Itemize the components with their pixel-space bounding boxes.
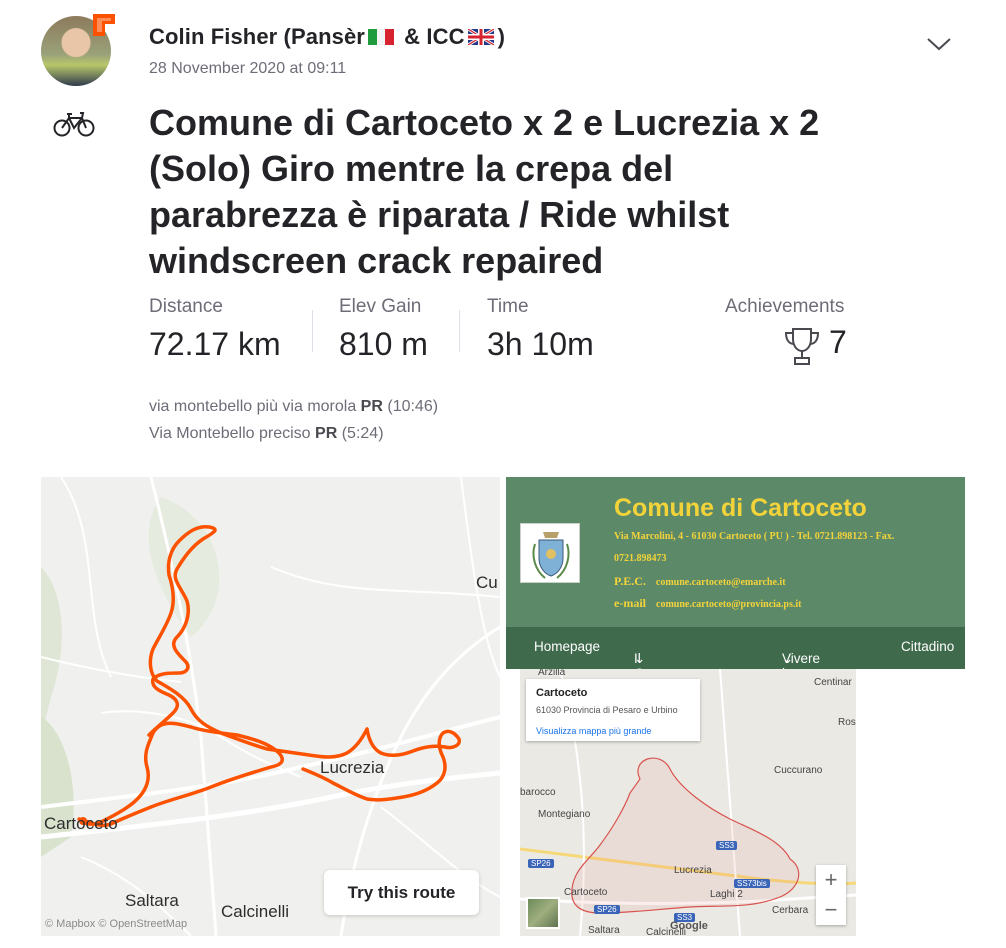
gmap-label-laghi: Laghi 2 [710,889,743,900]
stat-time: Time 3h 10m [487,296,594,363]
website-email: e-mail comune.cartoceto@provincia.ps.it [614,596,801,611]
trophy-icon [784,328,820,365]
google-logo: Google [670,920,708,932]
road-badge: SP26 [528,859,554,868]
gmap-label-arzilla: Arzilla [538,669,566,678]
map-label-cartoceto: Cartoceto [44,814,118,833]
road-badge: SP26 [594,905,620,914]
stat-distance: Distance 72.17 km [149,296,281,363]
website-fax: 0721.898473 [614,553,667,564]
segment-name[interactable]: via montebello più via morola [149,398,356,415]
uk-flag-icon [467,29,494,45]
map-label-calcinelli: Calcinelli [221,902,290,921]
chevron-down-icon[interactable] [926,34,952,52]
try-route-button[interactable]: Try this route [324,870,479,915]
gmap-label-montegiano: Montegiano [538,809,591,820]
segment-effort[interactable]: Via Montebello preciso PR (5:24) [149,425,384,443]
athlete-avatar[interactable] [41,14,115,86]
subscriber-badge-icon [93,14,115,36]
gmap-label-saltara: Saltara [588,925,620,936]
gmap-label-cuccurano: Cuccurano [774,765,823,776]
gmap-label-lucrezia: Lucrezia [674,865,712,876]
coat-of-arms-icon [532,532,570,579]
route-map[interactable]: Cartoceto Lucrezia Saltara Calcinelli Cu… [41,477,500,936]
website-nav: Homepage Il Comune informa ⌄ Vivere la c… [506,627,965,696]
stat-distance-value: 72.17 km [149,326,281,362]
chevron-down-icon: ⌄ [782,651,794,666]
chevron-down-icon: ⌄ [634,651,646,666]
achievements-count: 7 [829,324,847,360]
segment-name[interactable]: Via Montebello preciso [149,425,311,442]
road-badge: SS73bis [734,879,770,888]
gmap-label-centinaro: Centinar [814,677,852,688]
athlete-name[interactable]: Colin Fisher (Pansèr & ICC ) [149,24,505,50]
embedded-google-map: Cartoceto 61030 Provincia di Pesaro e Ur… [520,669,856,936]
email-label: e-mail [614,596,646,610]
zoom-in-button: + [824,867,838,892]
achievements-block: Achievements [725,296,844,318]
nav-item-homepage: Homepage [534,639,601,654]
satellite-thumbnail [526,897,560,929]
map-label-saltara: Saltara [125,891,179,910]
gmap-label-cerbara: Cerbara [772,905,809,916]
stat-time-label: Time [487,296,529,317]
map-label-cu: Cu [476,573,498,592]
map-zoom-control: + − [816,865,846,925]
pec-label: P.E.C. [614,574,646,588]
activity-date: 28 November 2020 at 09:11 [149,60,347,77]
map-info-card: Cartoceto 61030 Provincia di Pesaro e Ur… [526,679,700,741]
stat-elev-value: 810 m [339,326,428,362]
website-header: Comune di Cartoceto Via Marcolini, 4 - 6… [506,477,965,627]
bike-icon [53,112,95,137]
info-card-subtitle: 61030 Provincia di Pesaro e Urbino [536,705,678,715]
stat-elev-label: Elev Gain [339,296,422,317]
info-card-link: Visualizza mappa più grande [536,726,652,736]
map-attribution[interactable]: © Mapbox © OpenStreetMap [45,918,187,930]
gmap-label-ros: Ros [838,717,856,728]
italy-flag-icon [367,29,394,45]
athlete-name-mid[interactable]: & ICC [398,24,465,49]
zoom-out-button: − [824,897,838,922]
stat-elev-gain: Elev Gain 810 m [339,296,428,363]
email-value: comune.cartoceto@provincia.ps.it [656,599,802,610]
segment-effort[interactable]: via montebello più via morola PR (10:46) [149,398,438,416]
athlete-name-text[interactable]: Colin Fisher (Pansèr [149,24,365,49]
segment-time: (5:24) [341,425,384,442]
segment-time: (10:46) [387,398,439,415]
website-pec: P.E.C. comune.cartoceto@emarche.it [614,574,786,589]
athlete-name-end[interactable]: ) [498,24,505,49]
gmap-label-cartoceto: Cartoceto [564,887,608,898]
nav-item-cittadino: Cittadino [901,639,955,654]
stat-time-value: 3h 10m [487,326,594,362]
map-label-lucrezia: Lucrezia [320,758,385,777]
stat-divider [312,310,313,352]
activity-title[interactable]: Comune di Cartoceto x 2 e Lucrezia x 2 (… [149,100,869,284]
stat-divider [459,310,460,352]
pr-badge: PR [315,425,338,442]
crest-image [520,523,580,583]
map-background [41,477,500,936]
website-address: Via Marcolini, 4 - 61030 Cartoceto ( PU … [614,531,895,542]
road-badge: SS3 [716,841,738,850]
info-card-title: Cartoceto [536,687,588,699]
gmap-label-barocco: barocco [520,787,556,798]
stat-distance-label: Distance [149,296,223,317]
achievements-label: Achievements [725,296,845,317]
pec-value: comune.cartoceto@emarche.it [655,577,786,588]
pr-badge: PR [360,398,383,415]
activity-photo[interactable]: Comune di Cartoceto Via Marcolini, 4 - 6… [506,477,965,936]
website-title: Comune di Cartoceto [614,494,867,522]
